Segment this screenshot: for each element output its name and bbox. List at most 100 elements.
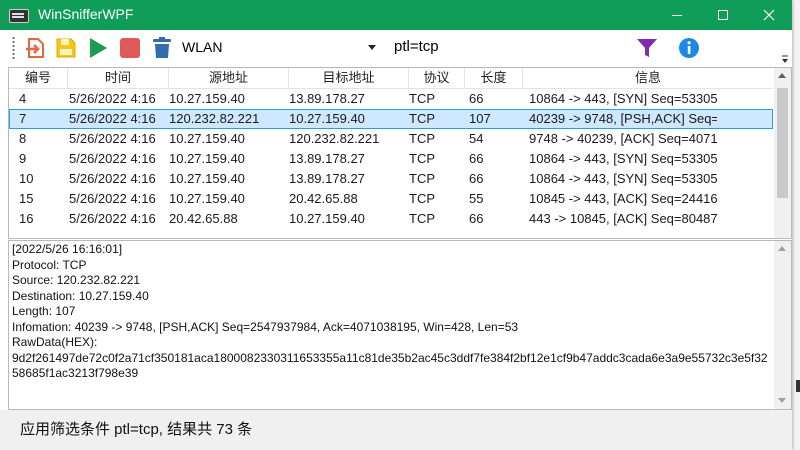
table-row[interactable]: 10 5/26/2022 4:16 10.27.159.40 13.89.178.27… — [9, 169, 773, 189]
minimize-icon — [672, 15, 682, 16]
cell-length: 55 — [469, 191, 484, 206]
cell-destination: 10.27.159.40 — [289, 111, 365, 126]
table-row[interactable]: 9 5/26/2022 4:16 10.27.159.40 13.89.178.27 T… — [9, 149, 773, 169]
cell-length: 107 — [469, 111, 491, 126]
cell-time: 5/26/2022 4:16 — [69, 111, 156, 126]
column-header-time[interactable]: 时间 — [68, 68, 169, 88]
filter-input[interactable]: ptl=tcp — [390, 35, 628, 59]
cell-info: 10864 -> 443, [SYN] Seq=533059 — [529, 151, 717, 166]
column-header-no[interactable]: 编号 — [9, 68, 68, 88]
minimize-button[interactable] — [654, 0, 700, 30]
cell-source: 10.27.159.40 — [169, 191, 245, 206]
cell-length: 66 — [469, 171, 484, 186]
cell-info: 10845 -> 443, [ACK] Seq=244164 — [529, 191, 717, 206]
detail-line: Infomation: 40239 -> 9748, [PSH,ACK] Seq… — [12, 319, 519, 334]
app-window: WinSnifferWPF WLAN ptl=tcp 编号 时间 源地址 目标地… — [0, 0, 792, 450]
start-capture-button[interactable] — [86, 36, 110, 60]
cell-destination: 10.27.159.40 — [289, 211, 365, 226]
clear-button[interactable] — [150, 36, 174, 60]
close-button[interactable] — [746, 0, 792, 30]
column-header-destination[interactable]: 目标地址 — [289, 68, 409, 88]
scroll-down-icon[interactable] — [778, 398, 786, 403]
apply-filter-button[interactable] — [635, 36, 659, 60]
cell-source: 120.232.82.221 — [169, 111, 260, 126]
column-header-info[interactable]: 信息 — [523, 68, 773, 88]
table-row[interactable]: 16 5/26/2022 4:16 20.42.65.88 10.27.159.40 T… — [9, 209, 773, 229]
cell-source: 20.42.65.88 — [169, 211, 238, 226]
detail-line: Source: 120.232.82.221 — [12, 273, 141, 287]
filter-icon — [637, 39, 657, 57]
cell-no: 8 — [19, 131, 27, 146]
chevron-down-icon — [782, 55, 788, 63]
cell-info: 10864 -> 443, [SYN] Seq=533059 — [529, 171, 717, 186]
scrollbar-thumb[interactable] — [777, 88, 788, 198]
about-button[interactable] — [677, 36, 701, 60]
window-title: WinSnifferWPF — [38, 6, 134, 22]
detail-line: RawData(HEX): — [12, 335, 98, 349]
scroll-up-icon[interactable] — [778, 73, 786, 78]
packet-detail-text[interactable]: [2022/5/26 16:16:01] Protocol: TCP Source:… — [12, 242, 772, 382]
save-icon — [56, 38, 76, 58]
table-row[interactable]: 15 5/26/2022 4:16 10.27.159.40 20.42.65.88 T… — [9, 189, 773, 209]
detail-line: Destination: 10.27.159.40 — [12, 288, 149, 303]
stop-icon — [120, 38, 140, 58]
chevron-down-icon — [368, 45, 376, 50]
cell-no: 16 — [19, 211, 34, 226]
packet-list[interactable]: 编号 时间 源地址 目标地址 协议 长度 信息 4 5/26/2022 4:16 1… — [8, 67, 792, 239]
info-icon — [679, 38, 699, 58]
cell-destination: 13.89.178.27 — [289, 151, 365, 166]
table-row[interactable]: 7 5/26/2022 4:16 120.232.82.221 10.27.159.4… — [9, 109, 773, 129]
play-icon — [90, 38, 107, 58]
cell-no: 15 — [19, 191, 34, 206]
toolbar-overflow-button[interactable] — [781, 52, 789, 63]
cell-info: 443 -> 10845, [ACK] Seq=804878 — [529, 211, 717, 226]
detail-line: [2022/5/26 16:16:01] — [12, 242, 123, 256]
packet-list-scrollbar[interactable] — [774, 68, 791, 238]
table-row[interactable]: 8 5/26/2022 4:16 10.27.159.40 120.232.82.22… — [9, 129, 773, 149]
interface-select[interactable]: WLAN — [178, 35, 380, 59]
cell-protocol: TCP — [409, 151, 435, 166]
cell-length: 66 — [469, 211, 484, 226]
cell-length: 54 — [469, 131, 484, 146]
cell-protocol: TCP — [409, 171, 435, 186]
cell-protocol: TCP — [409, 91, 435, 106]
cell-time: 5/26/2022 4:16 — [69, 91, 156, 106]
status-bar: 应用筛选条件 ptl=tcp, 结果共 73 条 — [0, 410, 792, 450]
toolbar-grip[interactable] — [12, 36, 15, 60]
desktop-edge-mark — [796, 380, 800, 392]
packet-list-header: 编号 时间 源地址 目标地址 协议 长度 信息 — [9, 68, 773, 89]
open-file-button[interactable] — [24, 36, 48, 60]
cell-info: 40239 -> 9748, [PSH,ACK] Seq=2 — [529, 111, 717, 126]
cell-time: 5/26/2022 4:16 — [69, 151, 156, 166]
cell-protocol: TCP — [409, 131, 435, 146]
cell-time: 5/26/2022 4:16 — [69, 131, 156, 146]
save-button[interactable] — [54, 36, 78, 60]
app-icon — [9, 9, 29, 23]
cell-protocol: TCP — [409, 191, 435, 206]
title-bar[interactable]: WinSnifferWPF — [0, 0, 792, 30]
column-header-source[interactable]: 源地址 — [169, 68, 289, 88]
cell-destination: 13.89.178.27 — [289, 91, 365, 106]
cell-time: 5/26/2022 4:16 — [69, 191, 156, 206]
cell-source: 10.27.159.40 — [169, 131, 245, 146]
column-header-protocol[interactable]: 协议 — [409, 68, 465, 88]
maximize-button[interactable] — [700, 0, 746, 30]
status-text: 应用筛选条件 ptl=tcp, 结果共 73 条 — [20, 421, 253, 438]
cell-info: 9748 -> 40239, [ACK] Seq=40710 — [529, 131, 717, 146]
table-row[interactable]: 4 5/26/2022 4:16 10.27.159.40 13.89.178.27 T… — [9, 89, 773, 109]
cell-source: 10.27.159.40 — [169, 91, 245, 106]
detail-scrollbar[interactable] — [774, 241, 791, 409]
cell-destination: 20.42.65.88 — [289, 191, 358, 206]
interface-select-value: WLAN — [182, 39, 223, 55]
packet-detail-pane[interactable]: [2022/5/26 16:16:01] Protocol: TCP Source:… — [8, 240, 792, 410]
cell-length: 66 — [469, 151, 484, 166]
cell-destination: 120.232.82.221 — [289, 131, 380, 146]
cell-no: 7 — [19, 111, 27, 126]
cell-source: 10.27.159.40 — [169, 151, 245, 166]
stop-capture-button[interactable] — [118, 36, 142, 60]
column-header-length[interactable]: 长度 — [465, 68, 523, 88]
trash-icon — [153, 37, 171, 58]
detail-line: 9d2f261497de72c0f2a71cf350181aca18000823… — [12, 350, 768, 381]
detail-line: Length: 107 — [12, 304, 76, 318]
scroll-up-icon[interactable] — [778, 246, 786, 251]
